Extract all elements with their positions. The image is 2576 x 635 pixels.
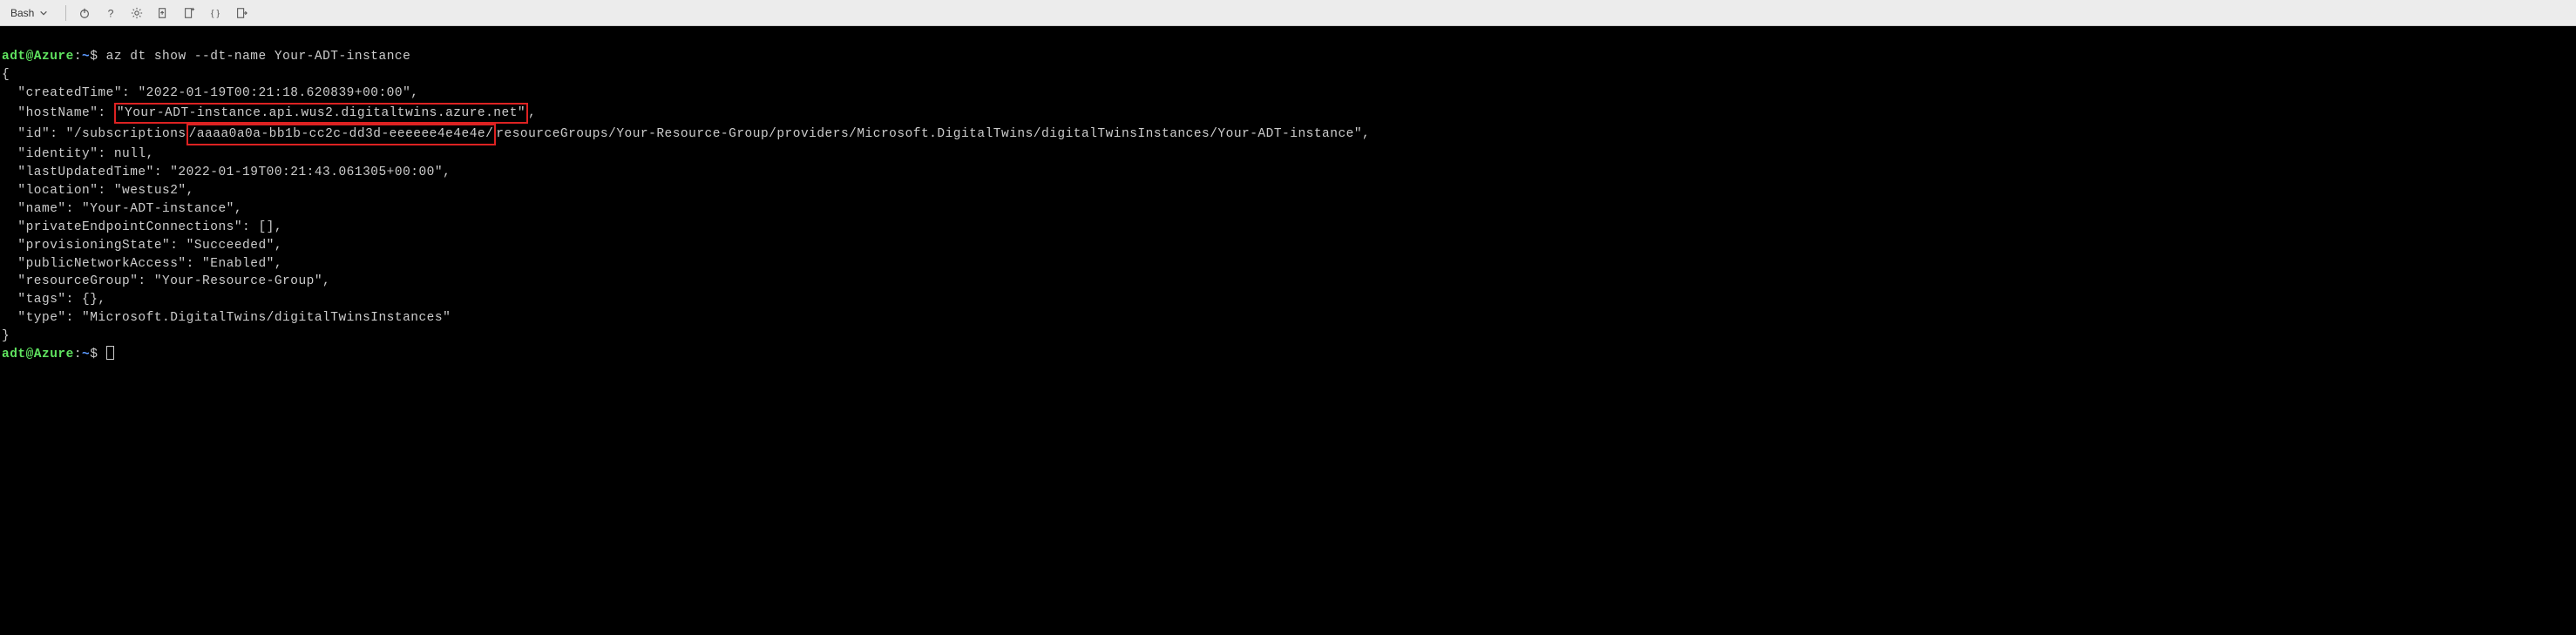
svg-text:?: ? (108, 7, 114, 19)
prompt-sep: : (74, 50, 82, 64)
settings-icon[interactable] (125, 3, 148, 24)
highlighted-hostname: "Your-ADT-instance.api.wus2.digitaltwins… (114, 103, 528, 125)
help-icon[interactable]: ? (99, 3, 122, 24)
new-file-icon[interactable] (178, 3, 200, 24)
prompt-path: ~ (82, 348, 90, 361)
svg-text:{ }: { } (211, 8, 220, 18)
command-text: az dt show --dt-name Your-ADT-instance (106, 50, 411, 64)
upload-file-icon[interactable] (152, 3, 174, 24)
chevron-down-icon (39, 9, 48, 17)
open-file-icon[interactable] (230, 3, 253, 24)
prompt-sep: : (74, 348, 82, 361)
terminal-output[interactable]: adt@Azure:~$ az dt show --dt-name Your-A… (0, 26, 2576, 368)
json-line: "location": "westus2", (2, 184, 194, 198)
prompt-dollar: $ (90, 50, 98, 64)
cursor (106, 346, 114, 360)
prompt-line: adt@Azure:~$ az dt show --dt-name Your-A… (2, 50, 410, 64)
json-line: "provisioningState": "Succeeded", (2, 239, 282, 253)
prompt-line: adt@Azure:~$ (2, 348, 114, 361)
shell-label: Bash (10, 7, 34, 19)
prompt-dollar: $ (90, 348, 98, 361)
json-line: "lastUpdatedTime": "2022-01-19T00:21:43.… (2, 166, 451, 179)
json-line: "identity": null, (2, 147, 154, 161)
toolbar-separator (65, 5, 66, 21)
terminal-toolbar: Bash ? { } (0, 0, 2576, 26)
json-line: "tags": {}, (2, 293, 106, 307)
json-line: "createdTime": "2022-01-19T00:21:18.6208… (2, 86, 419, 100)
highlighted-subscription-id: /aaaa0a0a-bb1b-cc2c-dd3d-eeeeee4e4e4e/ (186, 124, 497, 145)
json-line: "privateEndpointConnections": [], (2, 220, 282, 234)
braces-icon[interactable]: { } (204, 3, 227, 24)
prompt-user: adt@Azure (2, 50, 74, 64)
json-close: } (2, 329, 10, 343)
prompt-user: adt@Azure (2, 348, 74, 361)
json-line: "hostName": "Your-ADT-instance.api.wus2.… (2, 106, 536, 120)
json-open: { (2, 68, 10, 82)
json-line: "resourceGroup": "Your-Resource-Group", (2, 274, 330, 288)
prompt-path: ~ (82, 50, 90, 64)
shell-selector[interactable]: Bash (7, 5, 58, 21)
json-line: "type": "Microsoft.DigitalTwins/digitalT… (2, 311, 451, 325)
json-line: "publicNetworkAccess": "Enabled", (2, 257, 282, 271)
json-line: "id": "/subscriptions/aaaa0a0a-bb1b-cc2c… (2, 127, 1370, 141)
power-icon[interactable] (73, 3, 96, 24)
json-line: "name": "Your-ADT-instance", (2, 202, 242, 216)
